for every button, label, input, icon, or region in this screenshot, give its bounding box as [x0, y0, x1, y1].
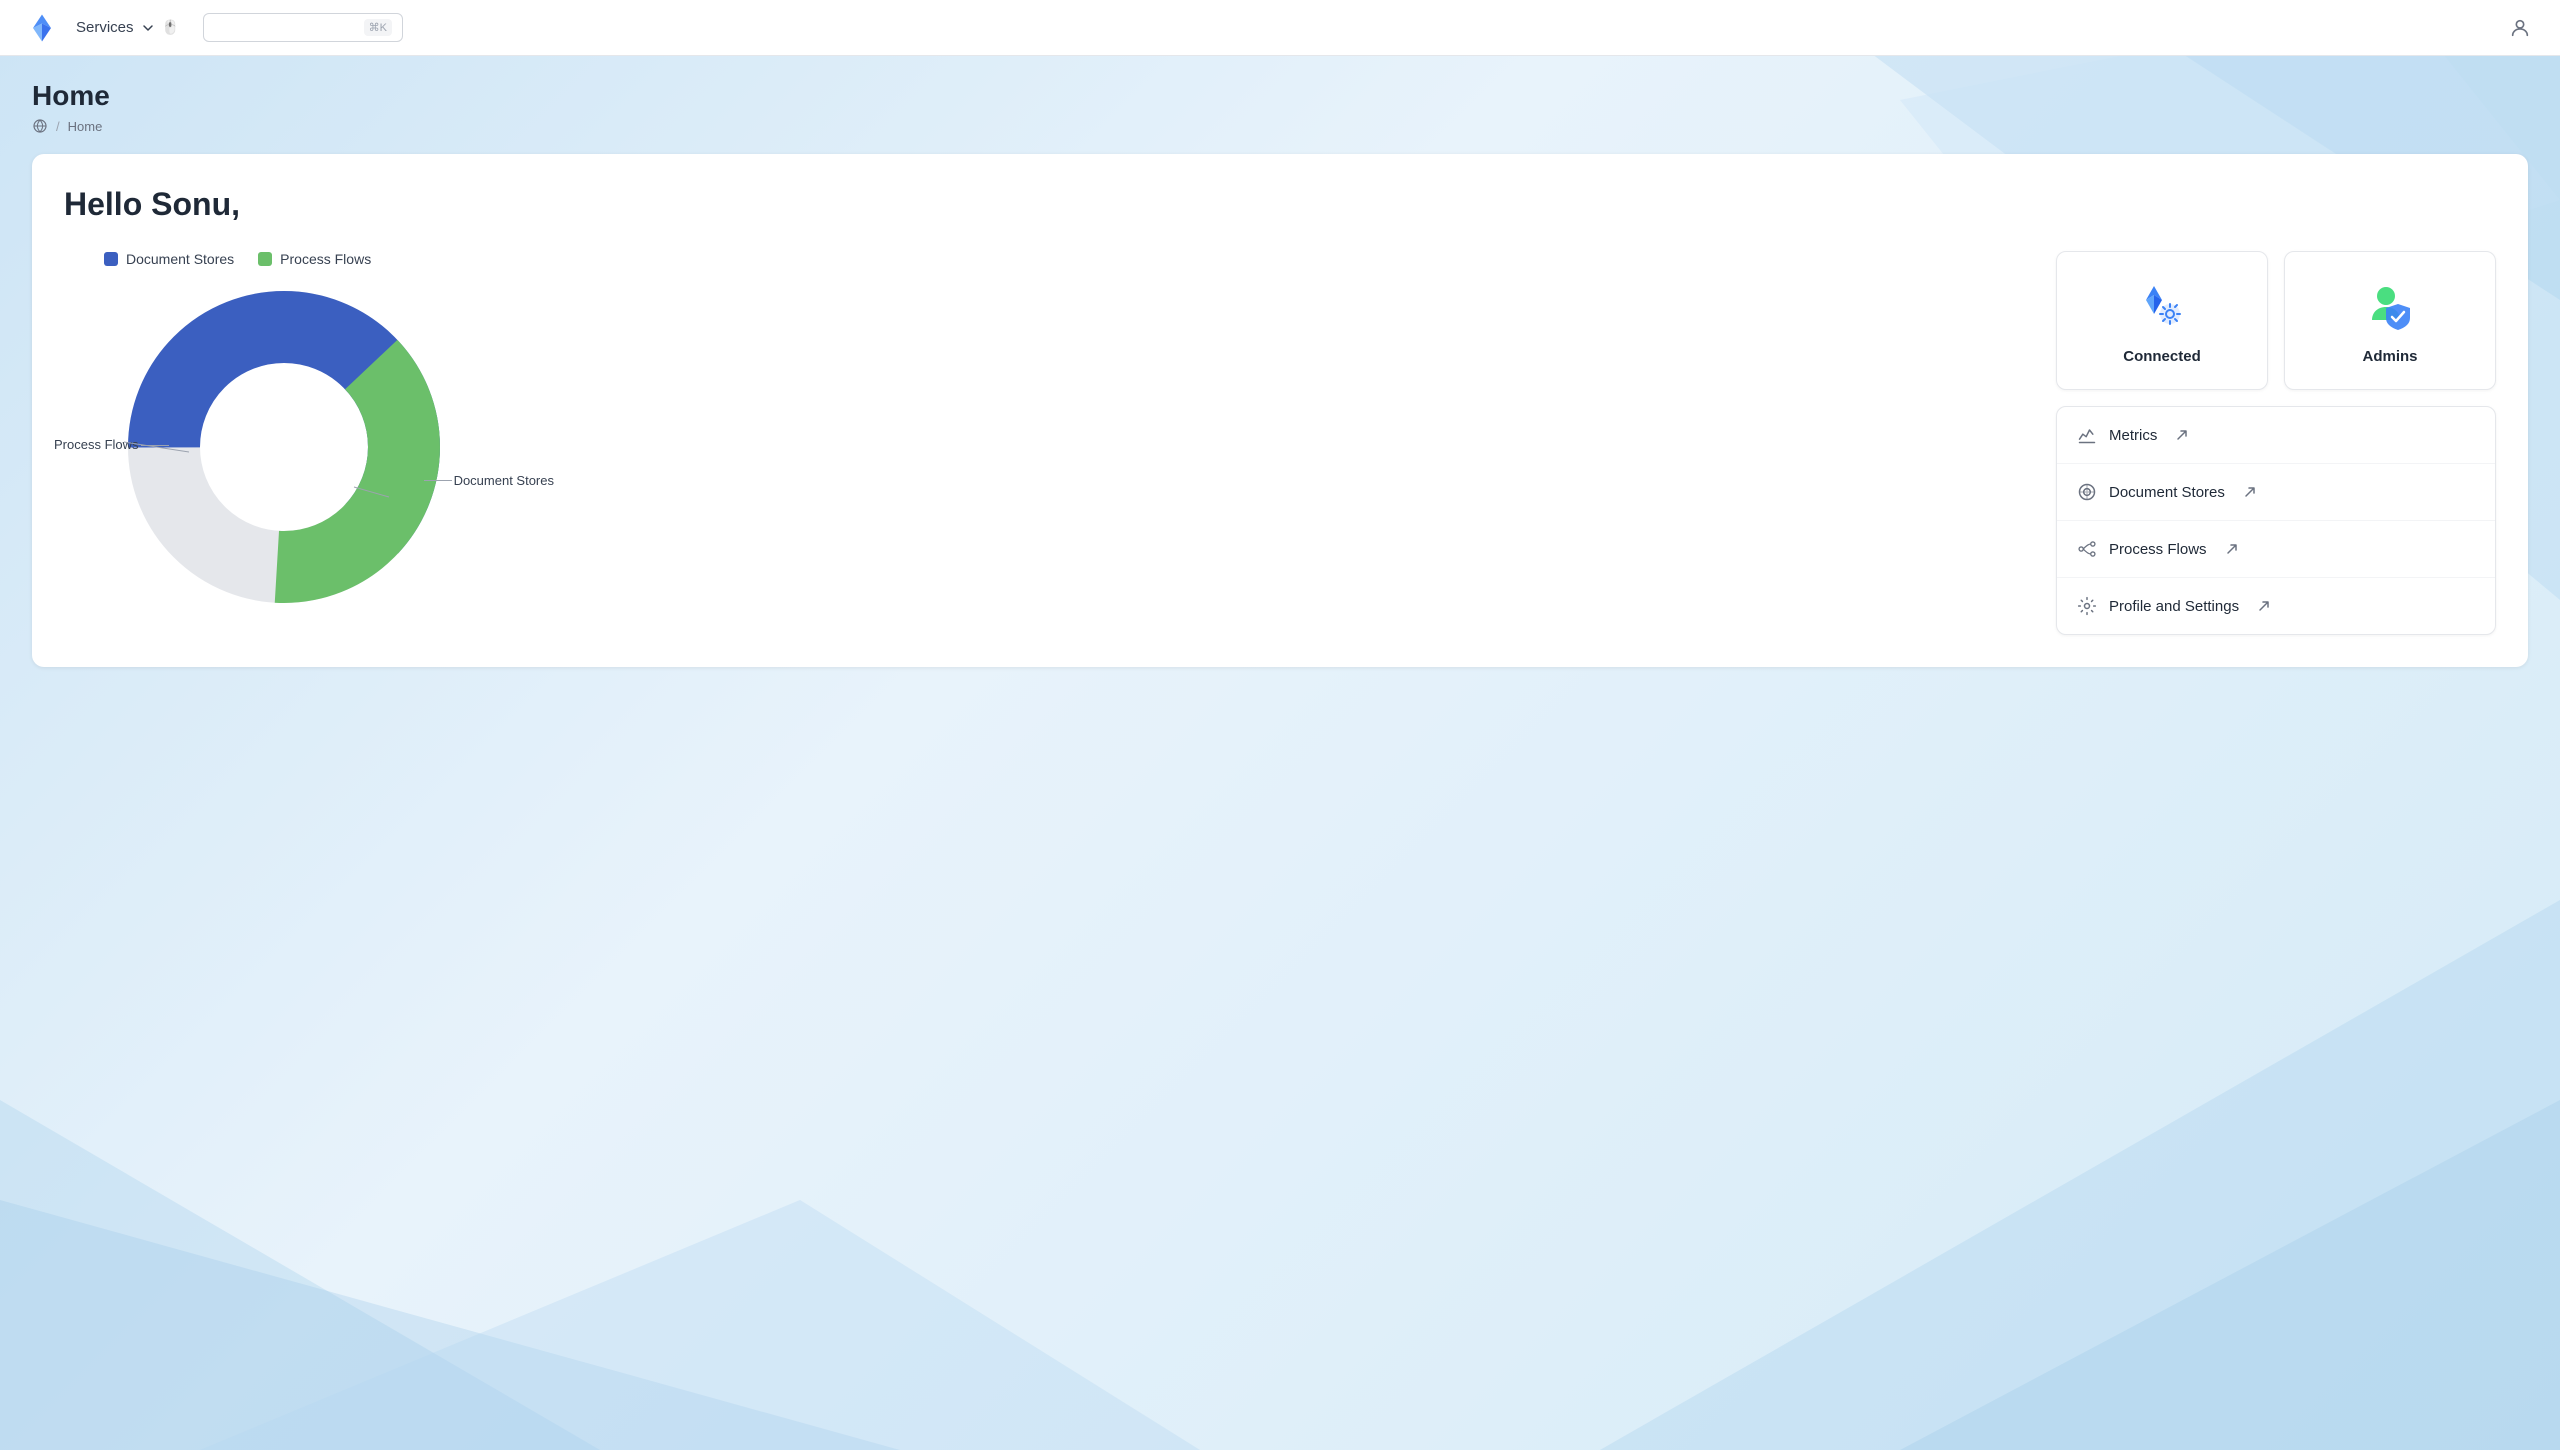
- main-card: Hello Sonu, Document Stores Process Flow…: [32, 154, 2528, 667]
- search-input[interactable]: [214, 20, 354, 35]
- chart-label-process-flows: Process Flows: [54, 437, 139, 452]
- breadcrumb-current: Home: [68, 119, 103, 134]
- process-flows-label: Process Flows: [2109, 541, 2207, 558]
- chart-section: Document Stores Process Flows Process Fl…: [64, 251, 2024, 607]
- process-flows-icon: [2077, 539, 2097, 559]
- connected-card[interactable]: Connected: [2056, 251, 2268, 390]
- legend-dot-document-stores: [104, 252, 118, 266]
- admins-label: Admins: [2362, 348, 2417, 365]
- metrics-icon: [2077, 425, 2097, 445]
- logo[interactable]: [24, 10, 60, 46]
- document-stores-label: Document Stores: [2109, 484, 2225, 501]
- services-menu[interactable]: Services 🖱️: [76, 19, 179, 36]
- connected-icon: [2132, 276, 2192, 336]
- document-stores-icon: [2077, 482, 2097, 502]
- links-card: Metrics Document Stores: [2056, 406, 2496, 635]
- page-title: Home: [32, 80, 2528, 112]
- user-icon: [2509, 17, 2531, 39]
- legend-dot-process-flows: [258, 252, 272, 266]
- profile-settings-label: Profile and Settings: [2109, 598, 2239, 615]
- user-menu-button[interactable]: [2504, 12, 2536, 44]
- search-shortcut: ⌘K: [364, 19, 392, 36]
- breadcrumb-separator: /: [56, 119, 60, 134]
- search-bar[interactable]: ⌘K: [203, 13, 403, 42]
- main-content: Home / Home Hello Sonu, Document Stores: [0, 56, 2560, 691]
- donut-svg: [124, 287, 444, 607]
- admins-card[interactable]: Admins: [2284, 251, 2496, 390]
- metrics-external-icon: [2175, 428, 2189, 442]
- document-stores-external-icon: [2243, 485, 2257, 499]
- connected-label: Connected: [2123, 348, 2201, 365]
- settings-icon: [2077, 596, 2097, 616]
- profile-settings-link[interactable]: Profile and Settings: [2057, 578, 2495, 634]
- metrics-link[interactable]: Metrics: [2057, 407, 2495, 464]
- process-flows-link[interactable]: Process Flows: [2057, 521, 2495, 578]
- services-label: Services: [76, 19, 134, 36]
- chart-legend: Document Stores Process Flows: [104, 251, 371, 267]
- legend-item-process-flows: Process Flows: [258, 251, 371, 267]
- globe-icon: [32, 118, 48, 134]
- process-flows-external-icon: [2225, 542, 2239, 556]
- document-stores-link[interactable]: Document Stores: [2057, 464, 2495, 521]
- metrics-label: Metrics: [2109, 427, 2157, 444]
- profile-settings-external-icon: [2257, 599, 2271, 613]
- breadcrumb: / Home: [32, 118, 2528, 134]
- donut-chart: Process Flows: [124, 287, 444, 607]
- navbar-right: [2504, 12, 2536, 44]
- right-panel: Connected: [2056, 251, 2496, 635]
- cursor-indicator: 🖱️: [162, 19, 179, 36]
- status-cards: Connected: [2056, 251, 2496, 390]
- admins-icon: [2360, 276, 2420, 336]
- chart-label-document-stores: Document Stores: [454, 473, 554, 488]
- legend-item-document-stores: Document Stores: [104, 251, 234, 267]
- chevron-down-icon: [140, 20, 156, 36]
- legend-label-process-flows: Process Flows: [280, 251, 371, 267]
- dashboard-layout: Document Stores Process Flows Process Fl…: [64, 251, 2496, 635]
- logo-icon: [24, 10, 60, 46]
- navbar: Services 🖱️ ⌘K: [0, 0, 2560, 56]
- greeting: Hello Sonu,: [64, 186, 2496, 223]
- legend-label-document-stores: Document Stores: [126, 251, 234, 267]
